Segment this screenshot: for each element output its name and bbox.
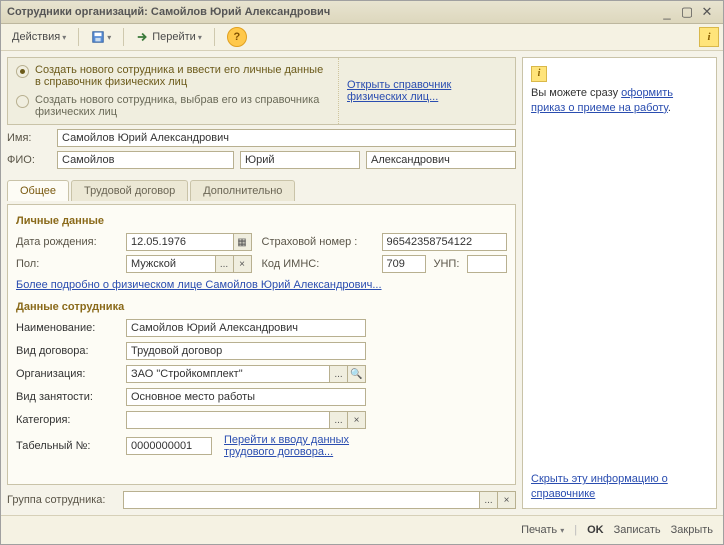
ins-label: Страховой номер : bbox=[262, 236, 372, 248]
name-input[interactable]: Самойлов Юрий Александрович bbox=[57, 129, 516, 147]
open-persons-link[interactable]: Открыть справочник физических лиц... bbox=[338, 58, 515, 124]
group-input[interactable] bbox=[123, 491, 480, 509]
lastname-input[interactable]: Самойлов bbox=[57, 151, 234, 169]
emp-type-input[interactable]: Основное место работы bbox=[126, 388, 366, 406]
category-clear-button[interactable]: × bbox=[348, 411, 366, 429]
name-label: Имя: bbox=[7, 132, 51, 144]
print-button[interactable]: Печать ▾ bbox=[521, 524, 564, 536]
group-label: Группа сотрудника: bbox=[7, 494, 117, 506]
person-details-link[interactable]: Более подробно о физическом лице Самойло… bbox=[16, 279, 382, 291]
org-search-button[interactable]: 🔍 bbox=[348, 365, 366, 383]
option-create-new[interactable]: Создать нового сотрудника и ввести его л… bbox=[16, 64, 330, 88]
ok-button[interactable]: OK bbox=[587, 524, 604, 536]
employee-grid: Наименование: Самойлов Юрий Александрови… bbox=[16, 319, 507, 458]
save-icon-button[interactable]: ▾ bbox=[84, 27, 118, 47]
goto-icon bbox=[136, 30, 150, 44]
org-input[interactable]: ЗАО "Стройкомплект" bbox=[126, 365, 330, 383]
help-button[interactable]: ? bbox=[220, 24, 254, 50]
section-personal: Личные данные bbox=[16, 215, 507, 227]
minimize-button[interactable]: _ bbox=[657, 5, 677, 20]
imns-label: Код ИМНС: bbox=[262, 258, 372, 270]
footer: Печать ▾ | OK Записать Закрыть bbox=[1, 515, 723, 544]
group-row: Группа сотрудника: ...× bbox=[7, 491, 516, 509]
group-clear-button[interactable]: × bbox=[498, 491, 516, 509]
toolbar: Действия▾ ▾ Перейти▾ ? i bbox=[1, 24, 723, 51]
window: Сотрудники организаций: Самойлов Юрий Ал… bbox=[0, 0, 724, 545]
category-input[interactable] bbox=[126, 411, 330, 429]
tab-additional[interactable]: Дополнительно bbox=[190, 180, 295, 201]
fio-row: ФИО: Самойлов Юрий Александрович bbox=[7, 151, 516, 169]
radio-icon bbox=[16, 95, 29, 108]
option-group: Создать нового сотрудника и ввести его л… bbox=[8, 58, 338, 124]
sex-label: Пол: bbox=[16, 258, 116, 270]
category-label: Категория: bbox=[16, 414, 116, 426]
middlename-input[interactable]: Александрович bbox=[366, 151, 516, 169]
contract-label: Вид договора: bbox=[16, 345, 116, 357]
contract-data-link[interactable]: Перейти к вводу данных трудового договор… bbox=[224, 434, 366, 458]
tab-general[interactable]: Общее bbox=[7, 180, 69, 201]
personal-grid: Дата рождения: 12.05.1976▦ Страховой ном… bbox=[16, 233, 507, 273]
dob-input[interactable]: 12.05.1976 bbox=[126, 233, 234, 251]
emp-name-label: Наименование: bbox=[16, 322, 116, 334]
restore-button[interactable]: ▢ bbox=[677, 4, 697, 20]
sex-input[interactable]: Мужской bbox=[126, 255, 216, 273]
tab-panel: Личные данные Дата рождения: 12.05.1976▦… bbox=[7, 204, 516, 485]
goto-menu[interactable]: Перейти▾ bbox=[129, 27, 209, 47]
category-select-button[interactable]: ... bbox=[330, 411, 348, 429]
toolbar-separator bbox=[214, 28, 215, 46]
close-button[interactable]: Закрыть bbox=[671, 524, 713, 536]
unp-input[interactable] bbox=[467, 255, 507, 273]
fio-label: ФИО: bbox=[7, 154, 51, 166]
section-employee: Данные сотрудника bbox=[16, 301, 507, 313]
dob-label: Дата рождения: bbox=[16, 236, 116, 248]
window-title: Сотрудники организаций: Самойлов Юрий Ал… bbox=[7, 6, 657, 18]
tabno-input[interactable]: 0000000001 bbox=[126, 437, 212, 455]
dob-calendar-button[interactable]: ▦ bbox=[234, 233, 252, 251]
titlebar: Сотрудники организаций: Самойлов Юрий Ал… bbox=[1, 1, 723, 24]
emp-type-label: Вид занятости: bbox=[16, 391, 116, 403]
create-options: Создать нового сотрудника и ввести его л… bbox=[7, 57, 516, 125]
group-select-button[interactable]: ... bbox=[480, 491, 498, 509]
info-text: Вы можете сразу оформить приказ о приеме… bbox=[531, 86, 708, 116]
close-window-button[interactable]: ✕ bbox=[697, 4, 717, 20]
info-panel-toggle[interactable]: i bbox=[699, 27, 719, 47]
sex-clear-button[interactable]: × bbox=[234, 255, 252, 273]
info-icon: i bbox=[531, 66, 547, 82]
toolbar-separator bbox=[78, 28, 79, 46]
tab-contract[interactable]: Трудовой договор bbox=[71, 180, 188, 201]
imns-input[interactable]: 709 bbox=[382, 255, 426, 273]
option-select-existing[interactable]: Создать нового сотрудника, выбрав его из… bbox=[16, 94, 330, 118]
hide-info-link[interactable]: Скрыть эту информацию о справочнике bbox=[531, 473, 668, 500]
ins-input[interactable]: 96542358754122 bbox=[382, 233, 508, 251]
contract-input[interactable]: Трудовой договор bbox=[126, 342, 366, 360]
info-panel: i Вы можете сразу оформить приказ о прие… bbox=[522, 57, 717, 509]
actions-menu[interactable]: Действия▾ bbox=[5, 28, 73, 46]
main-area: Создать нового сотрудника и ввести его л… bbox=[7, 57, 516, 509]
help-icon: ? bbox=[227, 27, 247, 47]
firstname-input[interactable]: Юрий bbox=[240, 151, 360, 169]
tab-bar: Общее Трудовой договор Дополнительно bbox=[7, 179, 516, 200]
toolbar-separator bbox=[123, 28, 124, 46]
name-row: Имя: Самойлов Юрий Александрович bbox=[7, 129, 516, 147]
save-button[interactable]: Записать bbox=[614, 524, 661, 536]
body: Создать нового сотрудника и ввести его л… bbox=[1, 51, 723, 515]
floppy-icon bbox=[91, 30, 105, 44]
sex-select-button[interactable]: ... bbox=[216, 255, 234, 273]
org-select-button[interactable]: ... bbox=[330, 365, 348, 383]
org-label: Организация: bbox=[16, 368, 116, 380]
radio-icon bbox=[16, 65, 29, 78]
emp-name-input[interactable]: Самойлов Юрий Александрович bbox=[126, 319, 366, 337]
unp-label: УНП: bbox=[434, 258, 460, 270]
tabno-label: Табельный №: bbox=[16, 440, 116, 452]
